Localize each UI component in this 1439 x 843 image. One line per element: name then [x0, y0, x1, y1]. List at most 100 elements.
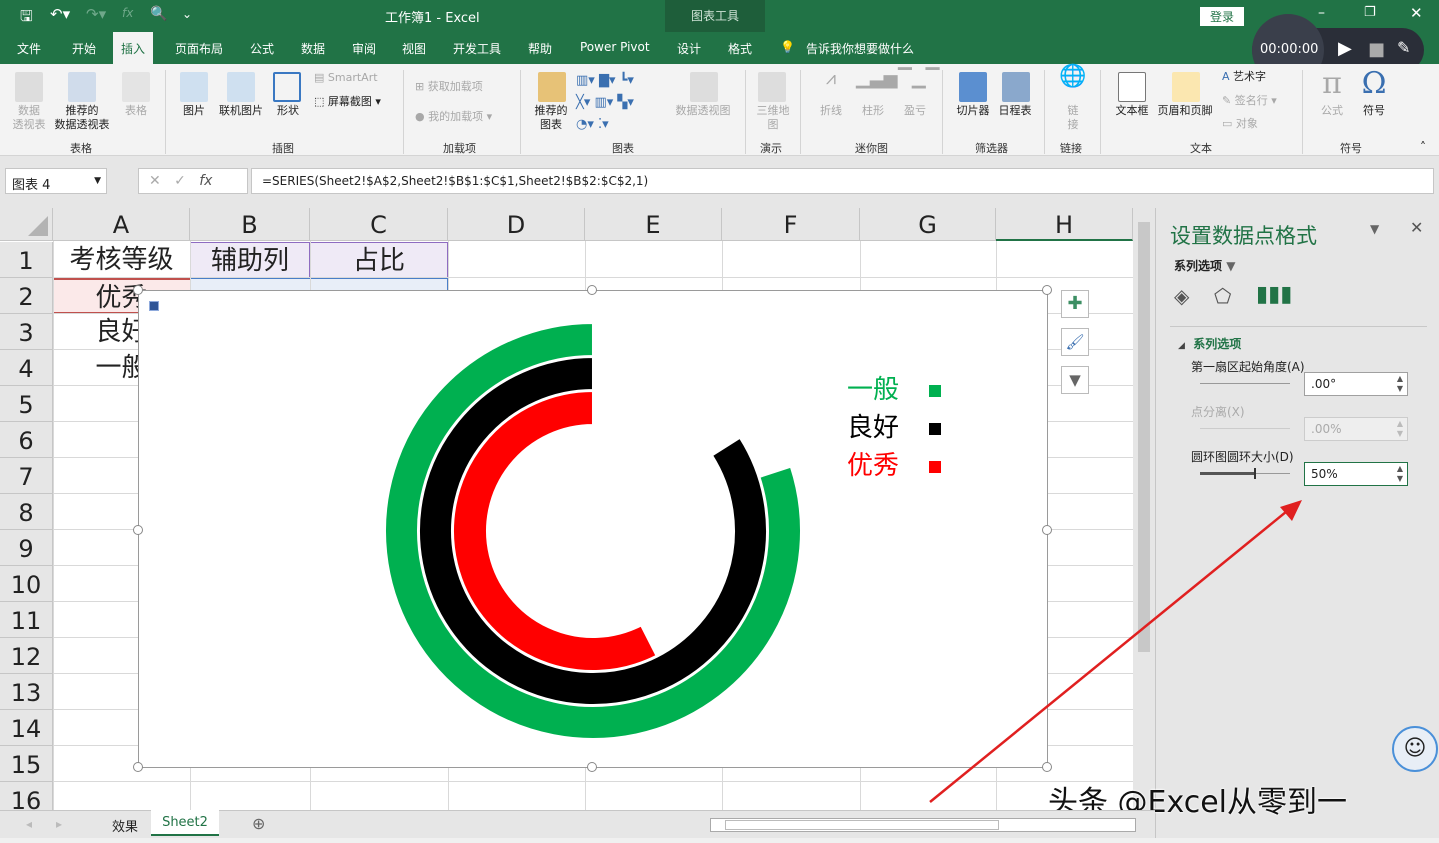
legend-entry[interactable]: 一般: [847, 371, 942, 409]
column-header[interactable]: H: [996, 208, 1133, 241]
column-header[interactable]: F: [722, 208, 860, 241]
tab-page-layout[interactable]: 页面布局: [175, 40, 223, 57]
tab-developer[interactable]: 开发工具: [453, 40, 501, 57]
legend-entry[interactable]: 优秀: [847, 447, 942, 485]
table-button[interactable]: 表格: [118, 104, 154, 118]
stop-icon[interactable]: ■: [1368, 39, 1385, 60]
tab-data[interactable]: 数据: [301, 40, 325, 57]
legend-entry[interactable]: 良好: [847, 409, 942, 447]
chart-filters-button[interactable]: ▼: [1061, 366, 1089, 394]
cell-c1[interactable]: 占比: [310, 242, 448, 278]
name-box[interactable]: 图表 4 ▼: [5, 168, 107, 194]
prev-sheet-icon[interactable]: ◂: [26, 817, 32, 831]
sheet-tab-effect[interactable]: 效果: [112, 816, 138, 835]
get-addins-button[interactable]: ⊞ 获取加载项: [415, 80, 483, 94]
new-sheet-icon[interactable]: ⊕: [252, 814, 265, 833]
series-options-section[interactable]: ◢ 系列选项: [1178, 335, 1241, 352]
row-header[interactable]: 10: [0, 566, 53, 602]
angle-spinner[interactable]: .00° ▲ ▼: [1304, 372, 1408, 396]
minimize-icon[interactable]: –: [1318, 5, 1325, 21]
link-button[interactable]: 链 接: [1058, 104, 1088, 132]
horizontal-scrollbar[interactable]: [710, 818, 1136, 832]
screenshot-button[interactable]: ⬚ 屏幕截图 ▾: [314, 95, 381, 109]
tab-file[interactable]: 文件: [17, 40, 41, 57]
tab-view[interactable]: 视图: [402, 40, 426, 57]
explosion-slider[interactable]: [1200, 428, 1290, 429]
column-header[interactable]: B: [190, 208, 310, 241]
equation-button[interactable]: 公式: [1316, 104, 1348, 118]
print-preview-icon[interactable]: 🔍: [150, 6, 167, 22]
tab-format[interactable]: 格式: [728, 40, 752, 57]
row-header[interactable]: 8: [0, 494, 53, 530]
column-header[interactable]: E: [585, 208, 722, 241]
row-header[interactable]: 11: [0, 602, 53, 638]
sheet-tab-sheet2[interactable]: Sheet2: [151, 810, 219, 836]
customize-qat-icon[interactable]: ⌄: [182, 7, 192, 21]
redo-icon[interactable]: ↷▾: [86, 5, 106, 23]
tab-home[interactable]: 开始: [72, 40, 96, 57]
sparkline-winloss-button[interactable]: 盈亏: [898, 104, 932, 118]
row-header[interactable]: 2: [0, 278, 53, 314]
row-header[interactable]: 12: [0, 638, 53, 674]
effects-icon[interactable]: ⬠: [1214, 284, 1231, 308]
column-header[interactable]: D: [448, 208, 585, 241]
tab-help[interactable]: 帮助: [528, 40, 552, 57]
slicer-button[interactable]: 切片器: [952, 104, 994, 118]
sparkline-column-button[interactable]: 柱形: [856, 104, 890, 118]
select-all[interactable]: [0, 208, 53, 241]
3d-map-button[interactable]: 三维地 图: [752, 104, 794, 132]
row-header[interactable]: 5: [0, 386, 53, 422]
symbol-button[interactable]: 符号: [1356, 104, 1392, 118]
cell-a1[interactable]: 考核等级: [53, 242, 190, 278]
tab-power-pivot[interactable]: Power Pivot: [580, 40, 650, 54]
chart-elements-button[interactable]: ✚: [1061, 290, 1089, 318]
row-header[interactable]: 6: [0, 422, 53, 458]
play-icon[interactable]: ▶: [1338, 38, 1352, 59]
chart-legend[interactable]: 一般 良好 优秀: [847, 371, 942, 485]
cell-b1[interactable]: 辅助列: [190, 242, 310, 278]
recommended-charts-button[interactable]: 推荐的 图表: [530, 104, 572, 132]
row-header[interactable]: 3: [0, 314, 53, 350]
save-icon[interactable]: 🖫: [20, 6, 33, 31]
formula-input[interactable]: =SERIES(Sheet2!$A$2,Sheet2!$B$1:$C$1,She…: [251, 168, 1434, 194]
timeline-button[interactable]: 日程表: [994, 104, 1036, 118]
tab-design[interactable]: 设计: [677, 40, 701, 57]
pictures-button[interactable]: 图片: [176, 104, 212, 118]
chart-type-icons[interactable]: ▥▾ ▇▾ ┗▾ ╳▾ ▥▾ ▚▾ ◔▾ ⁚▾: [576, 70, 634, 136]
tab-insert[interactable]: 插入: [113, 32, 154, 64]
hole-size-spinner[interactable]: 50% ▲ ▼: [1304, 462, 1408, 486]
row-header[interactable]: 15: [0, 746, 53, 782]
column-header[interactable]: G: [860, 208, 996, 241]
explosion-spinner[interactable]: .00% ▲ ▼: [1304, 417, 1408, 441]
tab-review[interactable]: 审阅: [352, 40, 376, 57]
series-options-icon[interactable]: ▮▮▮: [1256, 282, 1292, 307]
pane-close-icon[interactable]: ✕: [1410, 218, 1423, 237]
tab-formulas[interactable]: 公式: [250, 40, 274, 57]
signature-line-button[interactable]: ✎ 签名行 ▾: [1222, 94, 1277, 108]
header-footer-button[interactable]: 页眉和页脚: [1152, 104, 1218, 118]
collapse-ribbon-icon[interactable]: ˄: [1420, 140, 1426, 154]
restore-icon[interactable]: ❐: [1364, 5, 1376, 20]
pane-options-icon[interactable]: ▼: [1370, 222, 1379, 236]
row-header[interactable]: 9: [0, 530, 53, 566]
column-header[interactable]: A: [53, 208, 190, 241]
pen-icon[interactable]: ✎: [1397, 38, 1410, 57]
shapes-button[interactable]: 形状: [270, 104, 306, 118]
my-addins-button[interactable]: ● 我的加载项 ▾: [415, 110, 492, 124]
doughnut-chart[interactable]: 一般 良好 优秀: [138, 290, 1048, 768]
assistant-avatar[interactable]: ☺: [1392, 726, 1438, 772]
row-header[interactable]: 13: [0, 674, 53, 710]
recommended-pivot-button[interactable]: 推荐的 数据透视表: [50, 104, 114, 132]
wordart-button[interactable]: A 艺术字: [1222, 70, 1266, 84]
smartart-button[interactable]: ▤ SmartArt: [314, 71, 378, 85]
chart-styles-button[interactable]: 🖌: [1061, 328, 1089, 356]
enter-icon[interactable]: ✓: [174, 173, 186, 189]
undo-icon[interactable]: ↶▾: [50, 5, 70, 23]
row-header[interactable]: 16: [0, 782, 53, 810]
series-options-dropdown[interactable]: 系列选项 ▼: [1174, 257, 1235, 274]
close-icon[interactable]: ✕: [1410, 4, 1423, 22]
pivot-chart-button[interactable]: 数据透视图: [670, 104, 736, 118]
tell-me-input[interactable]: 告诉我你想要做什么: [806, 40, 914, 57]
function-icon[interactable]: fx: [122, 6, 133, 20]
pivot-table-button[interactable]: 数据 透视表: [8, 104, 50, 132]
